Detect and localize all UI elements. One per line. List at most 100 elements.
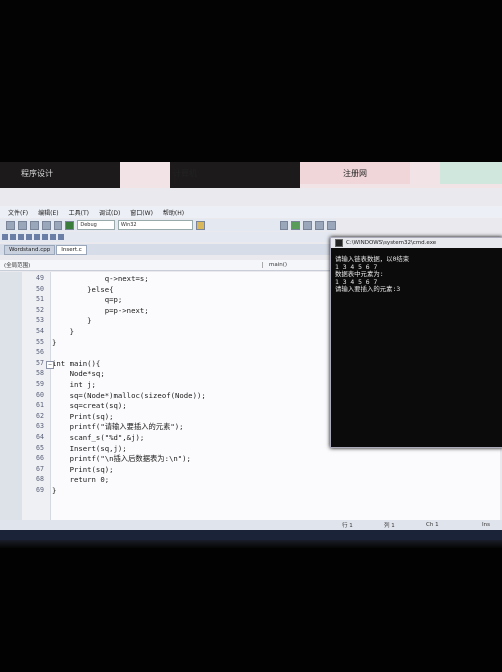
code-line[interactable]: Print(sq); [52, 465, 114, 474]
code-line[interactable]: sq=creat(sq); [52, 401, 127, 410]
code-line[interactable]: Print(sq); [52, 412, 114, 421]
tool-icon[interactable] [315, 220, 325, 230]
line-number: 57 [36, 358, 44, 367]
toolbar-icon[interactable] [2, 234, 8, 240]
banner-tab[interactable]: 计算机 [155, 162, 215, 184]
console-title: C:\WINDOWS\system32\cmd.exe [346, 240, 437, 246]
code-line[interactable]: }else{ [52, 285, 113, 294]
code-line[interactable]: q=p; [52, 295, 123, 304]
menu-window[interactable]: 窗口(W) [130, 208, 153, 217]
menu-tools[interactable]: 工具(T) [69, 208, 89, 217]
banner-tab[interactable]: 注册网 [300, 162, 410, 184]
fold-toggle-icon[interactable]: − [46, 360, 54, 369]
console-window[interactable]: C:\WINDOWS\system32\cmd.exe 请输入链表数据，以0结束… [330, 237, 502, 448]
line-number: 50 [36, 284, 44, 293]
find-icon[interactable] [195, 220, 205, 230]
menu-edit[interactable]: 编辑(E) [38, 208, 58, 217]
scope-dropdown[interactable]: (全局范围) [0, 261, 262, 269]
line-number: 60 [36, 390, 44, 399]
line-number: 51 [36, 295, 44, 304]
code-line[interactable]: } [52, 486, 56, 495]
line-number: 63 [36, 422, 44, 431]
start-debug-icon[interactable] [65, 220, 75, 230]
code-line[interactable]: } [52, 327, 74, 336]
code-line[interactable]: printf("请输入要插入的元素"); [52, 422, 184, 432]
line-number: 66 [36, 454, 44, 463]
code-line[interactable]: } [52, 338, 56, 347]
taskbar [0, 530, 502, 540]
code-line[interactable]: sq=(Node*)malloc(sizeof(Node)); [52, 391, 206, 400]
tool-icon[interactable] [291, 220, 301, 230]
save-icon[interactable] [29, 220, 39, 230]
monitor-bezel [0, 540, 502, 672]
line-number: 56 [36, 348, 44, 357]
toolbar-icon[interactable] [50, 234, 56, 240]
toolbar: Debug Win32 [0, 219, 336, 231]
code-line[interactable]: return 0; [52, 475, 110, 484]
line-number: 68 [36, 475, 44, 484]
status-col: 列 1 [384, 523, 395, 529]
tool-icon[interactable] [279, 220, 289, 230]
line-number: 55 [36, 337, 44, 346]
text-editor-toolbar [0, 232, 332, 242]
code-line[interactable]: printf("\n插入后数据表为:\n"); [52, 454, 191, 464]
status-ins: Ins [482, 522, 490, 528]
toolbar-icon[interactable] [18, 234, 24, 240]
line-number: 59 [36, 380, 44, 388]
redo-icon[interactable] [53, 220, 63, 230]
line-number: 69 [36, 486, 44, 494]
code-line[interactable]: int j; [52, 380, 96, 389]
menu-file[interactable]: 文件(F) [8, 208, 28, 217]
toolbar-icon[interactable] [10, 234, 16, 240]
code-line[interactable]: Node*sq; [52, 369, 105, 378]
banner-tab-green[interactable] [440, 162, 502, 184]
toolbar-icon[interactable] [26, 234, 32, 240]
config-select[interactable]: Debug [77, 220, 115, 230]
monitor-screen: 程序设计 计算机 注册网 文件(F) 编辑(E) 工具(T) 调试(D) 窗口(… [0, 162, 502, 540]
line-number: 49 [36, 274, 44, 282]
line-number: 52 [36, 305, 44, 314]
console-icon [335, 239, 343, 247]
code-line[interactable]: } [52, 316, 91, 325]
menu-bar: 文件(F) 编辑(E) 工具(T) 调试(D) 窗口(W) 帮助(H) [0, 206, 502, 218]
code-line[interactable]: int main(){ [52, 359, 100, 368]
platform-select[interactable]: Win32 [117, 220, 193, 230]
menu-help[interactable]: 帮助(H) [163, 208, 184, 217]
line-number: 53 [36, 316, 44, 325]
tool-icon[interactable] [303, 220, 313, 230]
line-number: 65 [36, 443, 44, 452]
document-tabs: Wordstand.cpp Insert.c [0, 244, 334, 255]
line-number: 64 [36, 433, 44, 441]
code-line[interactable]: scanf_s("%d",&j); [52, 433, 145, 442]
status-ch: Ch 1 [426, 522, 439, 528]
tab-wordstand[interactable]: Wordstand.cpp [4, 245, 56, 255]
new-file-icon[interactable] [6, 220, 15, 230]
status-bar: 行 1 列 1 Ch 1 Ins [0, 520, 502, 530]
line-number: 61 [36, 401, 44, 410]
undo-icon[interactable] [41, 220, 51, 230]
code-line[interactable]: q->next=s; [52, 274, 149, 283]
toolbar-icon[interactable] [58, 234, 64, 240]
left-panel-edge [0, 272, 22, 524]
line-number: 67 [36, 464, 44, 473]
toolbar-icon[interactable] [42, 234, 48, 240]
status-row: 行 1 [342, 523, 353, 529]
menu-debug[interactable]: 调试(D) [99, 208, 120, 217]
tool-icon[interactable] [327, 220, 336, 230]
line-number: 54 [36, 327, 44, 335]
code-line[interactable]: Insert(sq,j); [52, 444, 127, 453]
bezel-reflection [0, 540, 502, 548]
console-line: 请输入要插入的元素:3 [335, 285, 401, 294]
open-icon[interactable] [17, 220, 27, 230]
code-line[interactable]: p=p->next; [52, 306, 149, 315]
tab-insert[interactable]: Insert.c [56, 245, 87, 255]
website-banner: 程序设计 计算机 注册网 [0, 162, 502, 188]
console-title-bar[interactable]: C:\WINDOWS\system32\cmd.exe [331, 238, 502, 248]
member-dropdown[interactable]: main() [262, 262, 330, 268]
line-number: 62 [36, 411, 44, 420]
banner-tab[interactable]: 程序设计 [12, 162, 62, 184]
line-number: 58 [36, 369, 44, 378]
console-output: 请输入链表数据，以0结束 1 3 4 5 6 7 数据表中元素为: 1 3 4 5 6… [331, 248, 502, 294]
toolbar-icon[interactable] [34, 234, 40, 240]
scope-bar: (全局范围) main() [0, 260, 330, 271]
